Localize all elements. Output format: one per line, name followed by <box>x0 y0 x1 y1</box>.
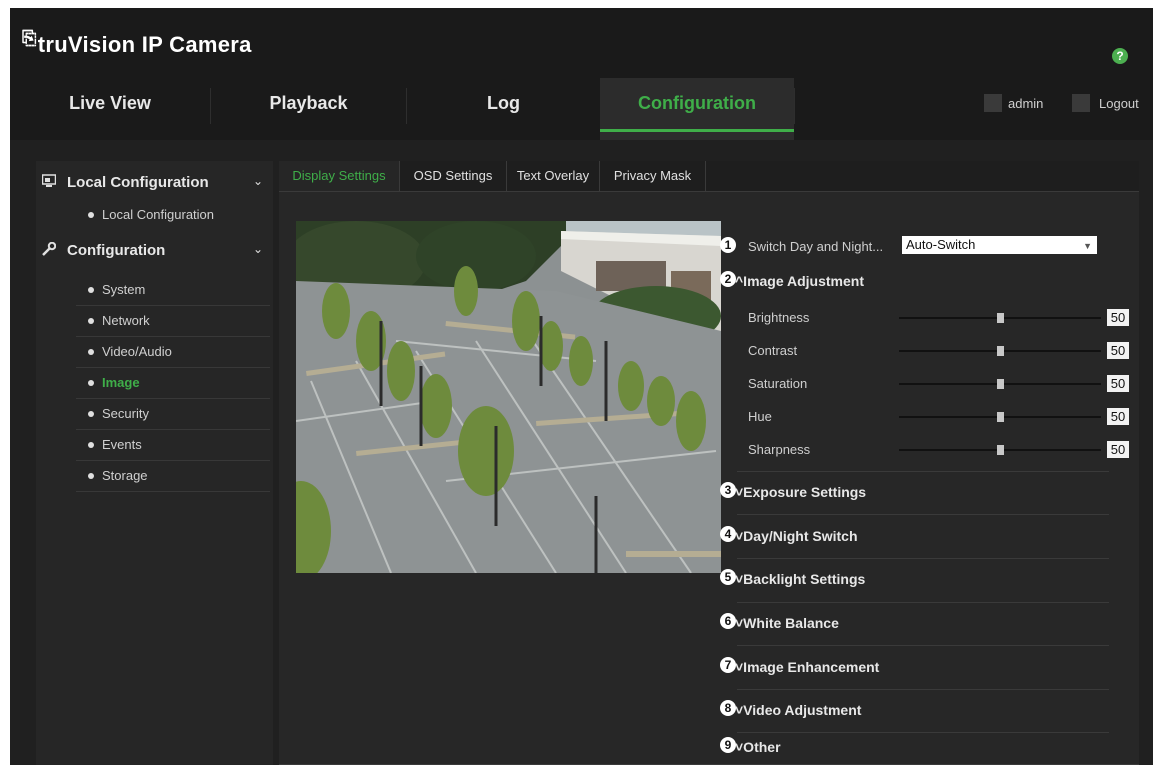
section-exposure-settings[interactable]: ˅Exposure Settings <box>735 484 866 500</box>
camera-preview[interactable] <box>296 221 721 573</box>
callout-number-6: 6 <box>720 613 736 629</box>
hue-slider-thumb[interactable] <box>996 412 1004 422</box>
sub-tab-bar: Display Settings OSD Settings Text Overl… <box>279 161 1139 192</box>
callout-number-8: 8 <box>720 700 736 716</box>
brightness-label: Brightness <box>748 310 810 325</box>
section-image-enhancement[interactable]: ˅Image Enhancement <box>735 659 879 675</box>
brightness-value[interactable]: 50 <box>1107 309 1129 326</box>
switch-day-night-select[interactable]: Auto-Switch ▼ <box>902 236 1097 254</box>
switch-day-night-label: Switch Day and Night... <box>748 239 884 254</box>
user-name: admin <box>1008 96 1044 111</box>
tab-live-view[interactable]: Live View <box>10 78 210 140</box>
sidebar-item-label: Storage <box>102 468 148 483</box>
sidebar-group-local-configuration[interactable]: Local Configuration ⌄ <box>36 167 273 197</box>
sidebar-item-system[interactable]: System <box>76 275 270 306</box>
sidebar-item-label: Events <box>102 437 142 452</box>
contrast-slider-thumb[interactable] <box>996 346 1004 356</box>
callout-number-2: 2 <box>720 271 736 287</box>
app-logo: ⎘truVision IP Camera <box>22 28 252 58</box>
bullet-icon <box>88 349 94 355</box>
section-other[interactable]: ˅Other <box>735 739 781 755</box>
chevron-down-icon[interactable]: ⌄ <box>253 174 263 188</box>
sidebar-item-events[interactable]: Events <box>76 430 270 461</box>
select-value: Auto-Switch <box>906 237 976 252</box>
bullet-icon <box>88 212 94 218</box>
bullet-icon <box>88 411 94 417</box>
bullet-icon <box>88 473 94 479</box>
section-divider <box>737 471 1109 472</box>
app-title: truVision IP Camera <box>37 32 252 57</box>
callout-number-1: 1 <box>720 237 736 253</box>
contrast-label: Contrast <box>748 343 798 358</box>
tab-display-settings[interactable]: Display Settings <box>279 161 400 191</box>
section-day-night-switch[interactable]: ˅Day/Night Switch <box>735 528 858 544</box>
sidebar: Local Configuration ⌄ Local Configuratio… <box>36 161 273 765</box>
nav-separator <box>794 88 795 124</box>
section-divider <box>737 645 1109 646</box>
title-bar: ⎘truVision IP Camera ? <box>10 8 1153 78</box>
sidebar-item-label: Network <box>102 313 150 328</box>
sidebar-item-security[interactable]: Security <box>76 399 270 430</box>
user-icon <box>984 94 1002 112</box>
tab-text-overlay[interactable]: Text Overlay <box>507 161 600 191</box>
bullet-icon <box>88 442 94 448</box>
bullet-icon <box>88 287 94 293</box>
callout-number-3: 3 <box>720 482 736 498</box>
sharpness-slider-thumb[interactable] <box>996 445 1004 455</box>
sidebar-item-label: Security <box>102 406 149 421</box>
wrench-icon <box>42 241 57 256</box>
section-divider <box>737 689 1109 690</box>
tab-osd-settings[interactable]: OSD Settings <box>400 161 507 191</box>
contrast-value[interactable]: 50 <box>1107 342 1129 359</box>
main-nav: Live View Playback Log Configuration adm… <box>10 78 1153 140</box>
callout-number-4: 4 <box>720 526 736 542</box>
sidebar-item-label: Image <box>102 375 140 390</box>
callout-number-9: 9 <box>720 737 736 753</box>
sharpness-value[interactable]: 50 <box>1107 441 1129 458</box>
bullet-icon <box>88 380 94 386</box>
content-panel: Display Settings OSD Settings Text Overl… <box>279 161 1139 765</box>
sidebar-item-image[interactable]: Image <box>76 368 270 399</box>
sidebar-item-label: Local Configuration <box>102 207 215 222</box>
section-white-balance[interactable]: ˅White Balance <box>735 615 839 631</box>
app-window: ⎘truVision IP Camera ? Live View Playbac… <box>10 8 1153 765</box>
section-divider <box>737 558 1109 559</box>
saturation-slider-thumb[interactable] <box>996 379 1004 389</box>
section-backlight-settings[interactable]: ˅Backlight Settings <box>735 571 865 587</box>
bullet-icon <box>88 318 94 324</box>
help-icon[interactable]: ? <box>1112 48 1128 64</box>
section-image-adjustment[interactable]: ^Image Adjustment <box>735 273 864 289</box>
sidebar-item-label: System <box>102 282 146 297</box>
callout-number-5: 5 <box>720 569 736 585</box>
sidebar-group-configuration[interactable]: Configuration ⌄ <box>36 235 273 265</box>
sharpness-label: Sharpness <box>748 442 811 457</box>
hue-label: Hue <box>748 409 772 424</box>
section-divider <box>737 514 1109 515</box>
logo-mark: ⎘ <box>22 28 37 48</box>
section-divider <box>737 732 1109 733</box>
brightness-slider-thumb[interactable] <box>996 313 1004 323</box>
tab-configuration[interactable]: Configuration <box>600 78 794 140</box>
sidebar-item-network[interactable]: Network <box>76 306 270 337</box>
dropdown-arrow-icon: ▼ <box>1083 241 1092 251</box>
callout-number-7: 7 <box>720 657 736 673</box>
section-divider <box>737 602 1109 603</box>
saturation-label: Saturation <box>748 376 808 391</box>
sidebar-item-storage[interactable]: Storage <box>76 461 270 492</box>
saturation-value[interactable]: 50 <box>1107 375 1129 392</box>
tab-playback[interactable]: Playback <box>211 78 406 140</box>
sidebar-group-label: Configuration <box>67 242 166 259</box>
hue-value[interactable]: 50 <box>1107 408 1129 425</box>
section-video-adjustment[interactable]: ˅Video Adjustment <box>735 702 861 718</box>
chevron-down-icon[interactable]: ⌄ <box>253 242 263 256</box>
logout-icon[interactable] <box>1072 94 1090 112</box>
sidebar-group-label: Local Configuration <box>67 174 209 191</box>
sidebar-item-local-configuration[interactable]: Local Configuration <box>76 200 270 230</box>
logout-link[interactable]: Logout <box>1099 96 1139 111</box>
sidebar-item-video-audio[interactable]: Video/Audio <box>76 337 270 368</box>
tab-privacy-mask[interactable]: Privacy Mask <box>600 161 706 191</box>
tab-log[interactable]: Log <box>407 78 600 140</box>
sidebar-item-label: Video/Audio <box>102 344 172 359</box>
monitor-icon <box>41 174 57 188</box>
